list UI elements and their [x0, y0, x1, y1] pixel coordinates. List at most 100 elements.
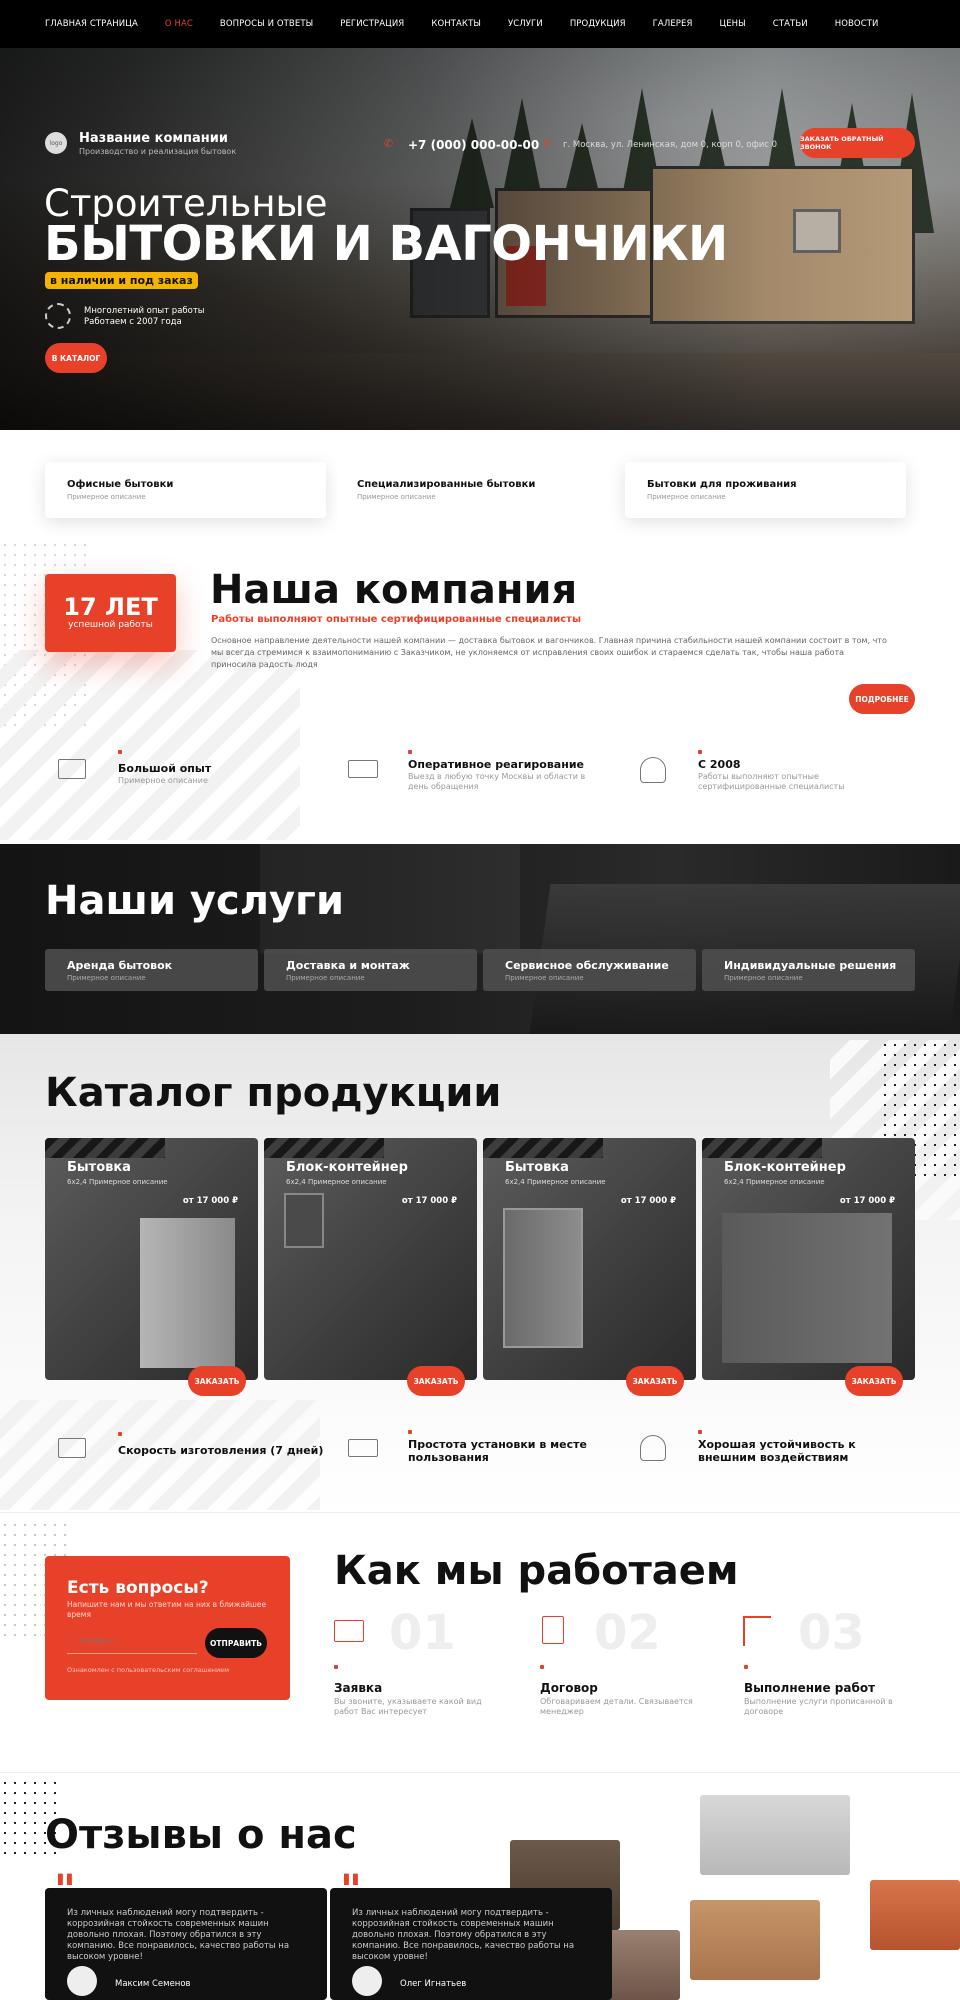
nav-item-services[interactable]: Услуги	[508, 19, 543, 29]
catalog-title: Каталог продукции	[45, 1070, 502, 1116]
nav-item-news[interactable]: Новости	[835, 19, 879, 29]
company-subtitle: Работы выполняют опытные сертифицированн…	[211, 614, 582, 625]
feature-title: Хорошая устойчивость к внешним воздейств…	[698, 1438, 856, 1464]
decor-stripes	[0, 650, 300, 840]
step-number: 01	[389, 1605, 456, 1661]
certificate-icon	[58, 1438, 86, 1458]
feature-title: Большой опыт	[118, 762, 212, 775]
category-subtitle: Примерное описание	[357, 493, 436, 501]
envelope-icon	[334, 1620, 364, 1642]
nav-item-gallery[interactable]: Галерея	[653, 19, 693, 29]
catalog-button[interactable]: В каталог	[45, 343, 107, 373]
red-marker	[698, 750, 702, 754]
product-title: Бытовка	[505, 1160, 569, 1175]
product-card[interactable]: Бытовка 6х2,4 Примерное описание от 17 0…	[45, 1138, 258, 1380]
phone-input[interactable]	[67, 1628, 197, 1654]
product-image	[503, 1208, 583, 1348]
submit-button[interactable]: Отправить	[205, 1628, 267, 1658]
step-title: Заявка	[334, 1681, 383, 1695]
product-price: от 17 000 ₽	[182, 1196, 238, 1206]
product-title: Блок-контейнер	[724, 1160, 846, 1175]
step-subtitle: Вы звоните, указываете какой вид работ В…	[334, 1697, 482, 1716]
truck-icon	[348, 1439, 378, 1457]
service-card[interactable]: Аренда бытовок Примерное описание	[45, 949, 258, 991]
nav-item-articles[interactable]: Статьи	[773, 19, 808, 29]
order-button[interactable]: Заказать	[188, 1366, 246, 1396]
truck-icon	[348, 760, 378, 778]
red-marker	[408, 1430, 412, 1434]
service-title: Сервисное обслуживание	[505, 959, 669, 972]
category-card-office[interactable]: Офисные бытовки Примерное описание	[45, 462, 326, 518]
product-price: от 17 000 ₽	[620, 1196, 676, 1206]
corner-stripes	[45, 1138, 165, 1158]
category-subtitle: Примерное описание	[67, 493, 146, 501]
corner-stripes	[483, 1138, 603, 1158]
divider	[0, 1512, 960, 1513]
category-subtitle: Примерное описание	[647, 493, 726, 501]
nav-item-home[interactable]: Главная страница	[45, 19, 138, 29]
gear-icon	[45, 303, 71, 329]
order-button[interactable]: Заказать	[845, 1366, 903, 1396]
top-navigation: Главная страница О нас Вопросы и ответы …	[0, 0, 960, 48]
hero-title-line2: БЫТОВКИ И ВАГОНЧИКИ	[44, 216, 728, 272]
certificate-icon	[58, 759, 86, 779]
how-title: Как мы работаем	[334, 1548, 739, 1594]
years-label: успешной работы	[68, 620, 153, 630]
step-subtitle: Обговариваем детали. Связывается менедже…	[540, 1697, 693, 1716]
document-icon	[542, 1616, 564, 1644]
category-title: Специализированные бытовки	[357, 479, 536, 490]
product-price: от 17 000 ₽	[839, 1196, 895, 1206]
service-card[interactable]: Сервисное обслуживание Примерное описани…	[483, 949, 696, 991]
category-card-living[interactable]: Бытовки для проживания Примерное описани…	[625, 462, 906, 518]
nav-item-registration[interactable]: Регистрация	[340, 19, 404, 29]
services-section	[0, 844, 960, 1034]
product-subtitle: 6х2,4 Примерное описание	[724, 1178, 825, 1186]
red-marker	[698, 1430, 702, 1434]
step-number: 02	[594, 1605, 661, 1661]
corner-stripes	[702, 1138, 822, 1158]
product-image	[722, 1213, 892, 1363]
product-card[interactable]: Блок-контейнер 6х2,4 Примерное описание …	[702, 1138, 915, 1380]
header-phone[interactable]: +7 (000) 000-00-00	[408, 138, 539, 152]
nav-item-contacts[interactable]: Контакты	[431, 19, 481, 29]
crane-icon	[743, 1616, 771, 1646]
years-box: 17 ЛЕТ успешной работы	[45, 574, 176, 652]
years-value: 17 ЛЕТ	[63, 593, 158, 621]
nav-item-products[interactable]: Продукция	[570, 19, 626, 29]
service-card[interactable]: Индивидуальные решения Примерное описани…	[702, 949, 915, 991]
feature-subtitle: Примерное описание	[118, 776, 208, 785]
logo[interactable]: logo	[45, 132, 67, 154]
callback-button[interactable]: Заказать обратный звонок	[800, 128, 915, 158]
red-marker	[540, 1665, 544, 1669]
divider	[0, 1772, 960, 1773]
hero-section: logo Название компании Производство и ре…	[0, 48, 960, 430]
service-subtitle: Примерное описание	[67, 974, 146, 982]
order-button[interactable]: Заказать	[626, 1366, 684, 1396]
category-card-special[interactable]: Специализированные бытовки Примерное опи…	[337, 462, 618, 518]
review-text: Из личных наблюдений могу подтвердить - …	[67, 1908, 290, 1962]
feature-title: Простота установки в месте пользования	[408, 1438, 587, 1464]
feature-title: Скорость изготовления (7 дней)	[118, 1444, 324, 1457]
category-title: Офисные бытовки	[67, 479, 174, 490]
experience-line1: Многолетний опыт работы	[84, 306, 205, 316]
feature-title: С 2008	[698, 758, 741, 771]
location-pin-icon: ⚲	[543, 137, 552, 150]
service-title: Доставка и монтаж	[286, 959, 410, 972]
worker-icon	[640, 1435, 666, 1461]
red-marker	[744, 1665, 748, 1669]
more-button[interactable]: Подробнее	[849, 684, 915, 714]
product-title: Блок-контейнер	[286, 1160, 408, 1175]
company-description: Основное направление деятельности нашей …	[211, 636, 887, 669]
agreement-link[interactable]: Ознакомлен с пользовательским соглашение…	[67, 1666, 229, 1674]
red-marker	[118, 1432, 122, 1436]
company-name[interactable]: Название компании	[79, 131, 228, 146]
service-title: Индивидуальные решения	[724, 959, 897, 972]
nav-item-faq[interactable]: Вопросы и ответы	[220, 19, 313, 29]
service-card[interactable]: Доставка и монтаж Примерное описание	[264, 949, 477, 991]
nav-item-about[interactable]: О нас	[165, 19, 193, 29]
product-card[interactable]: Бытовка 6х2,4 Примерное описание от 17 0…	[483, 1138, 696, 1380]
product-card[interactable]: Блок-контейнер 6х2,4 Примерное описание …	[264, 1138, 477, 1380]
order-button[interactable]: Заказать	[407, 1366, 465, 1396]
nav-item-prices[interactable]: Цены	[720, 19, 746, 29]
feature-title: Оперативное реагирование	[408, 758, 584, 771]
